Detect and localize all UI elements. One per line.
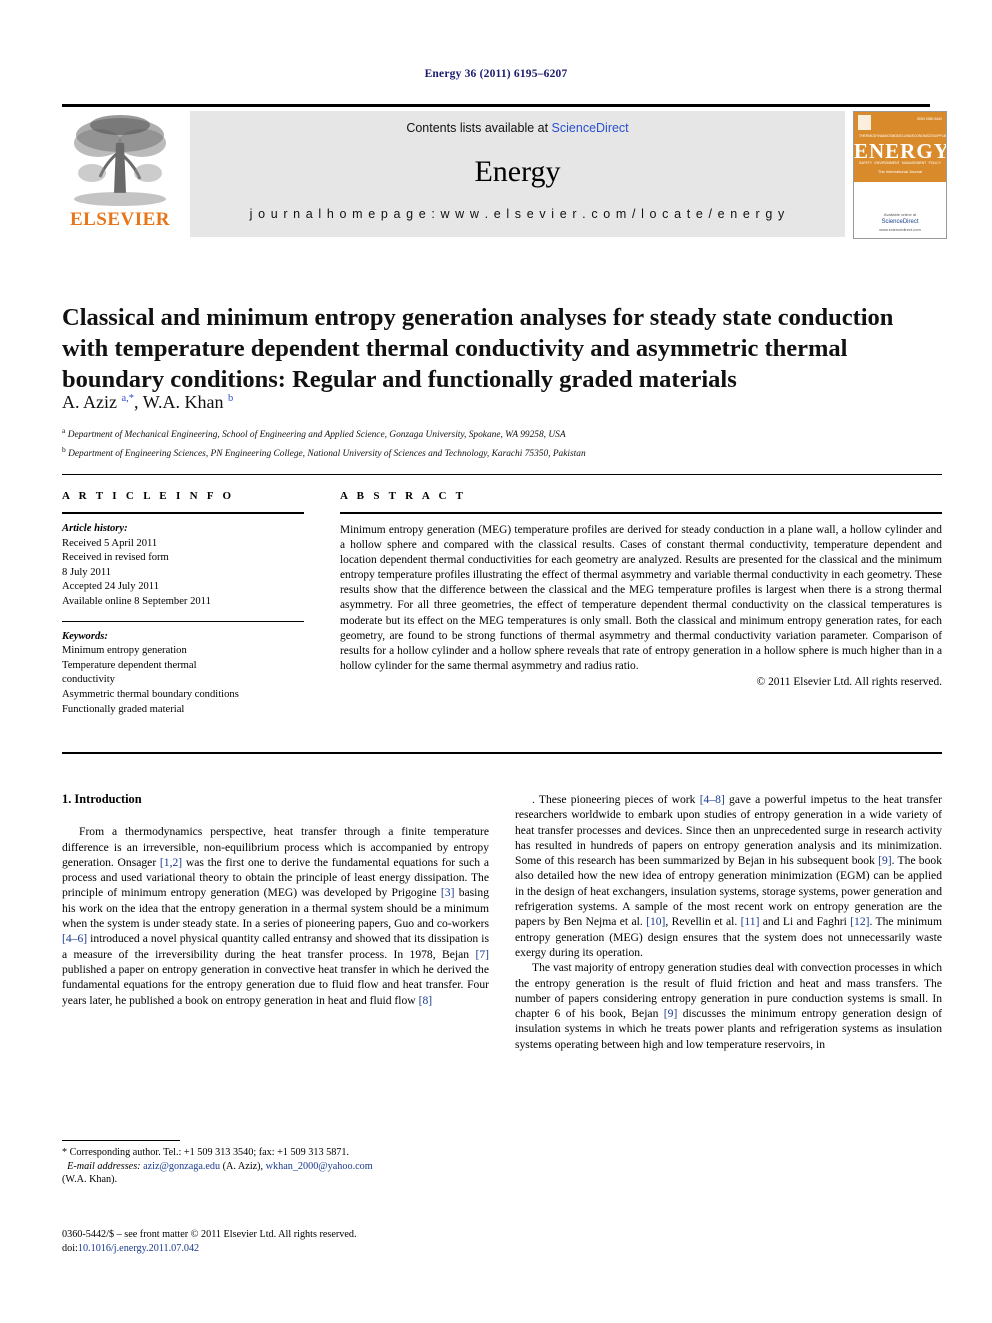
abstract-column: A B S T R A C T Minimum entropy generati… bbox=[340, 490, 942, 688]
doi-link[interactable]: 10.1016/j.energy.2011.07.042 bbox=[78, 1243, 199, 1254]
text-run: . These pioneering pieces of work bbox=[532, 793, 700, 806]
article-page: Energy 36 (2011) 6195–6207 ELSEVIER Cont… bbox=[0, 0, 992, 1323]
cover-top-labels: THERMODYNAMICS MODELLING ECONOMICS SUPPL… bbox=[859, 134, 946, 138]
abstract-heading: A B S T R A C T bbox=[340, 490, 467, 502]
body-column-right: . These pioneering pieces of work [4–8] … bbox=[515, 792, 942, 1052]
history-item: Available online 8 September 2011 bbox=[62, 595, 211, 607]
citation-ref[interactable]: [4–8] bbox=[700, 793, 725, 806]
text-run: and Li and Faghri bbox=[759, 915, 851, 929]
citation-ref[interactable]: [7] bbox=[475, 948, 489, 961]
affiliation-b: b Department of Engineering Sciences, PN… bbox=[62, 444, 586, 459]
doi-line: doi:10.1016/j.energy.2011.07.042 bbox=[62, 1242, 532, 1256]
email-line: E-mail addresses: aziz@gonzaga.edu (A. A… bbox=[62, 1160, 489, 1174]
article-title: Classical and minimum entropy generation… bbox=[62, 304, 894, 394]
citation-ref[interactable]: [9] bbox=[664, 1007, 678, 1020]
citation-ref[interactable]: [1,2] bbox=[160, 856, 182, 869]
email-link-khan[interactable]: wkhan_2000@yahoo.com bbox=[266, 1161, 373, 1172]
keywords-block: Keywords: Minimum entropy generation Tem… bbox=[62, 630, 304, 718]
contents-available-line: Contents lists available at ScienceDirec… bbox=[190, 121, 845, 135]
paragraph-intro-right-2: The vast majority of entropy generation … bbox=[515, 960, 942, 1052]
affiliation-a-text: Department of Mechanical Engineering, Sc… bbox=[67, 430, 566, 441]
cover-top-label-1: MODELLING bbox=[891, 134, 912, 138]
cover-sciencedirect-block: Available online at ScienceDirect www.sc… bbox=[854, 212, 946, 233]
running-head: Energy 36 (2011) 6195–6207 bbox=[424, 68, 568, 80]
cover-bottom-label-2: MANAGEMENT bbox=[901, 161, 927, 165]
cover-orange-band: ISSN 0360-5442 THERMODYNAMICS MODELLING … bbox=[854, 112, 946, 182]
citation-ref[interactable]: [9] bbox=[878, 854, 892, 867]
email-link-aziz[interactable]: aziz@gonzaga.edu bbox=[143, 1161, 220, 1172]
cover-elsevier-mark-icon bbox=[858, 115, 871, 130]
cover-subtitle: The International Journal bbox=[877, 169, 923, 174]
abstract-rights: © 2011 Elsevier Ltd. All rights reserved… bbox=[756, 675, 942, 688]
cover-top-label-2: ECONOMICS bbox=[911, 134, 933, 138]
cover-top-label-0: THERMODYNAMICS bbox=[859, 134, 892, 138]
cover-top-label-3: SUPPLIES bbox=[932, 134, 947, 138]
affiliation-a: a Department of Mechanical Engineering, … bbox=[62, 426, 566, 441]
citation-ref[interactable]: [12] bbox=[850, 915, 869, 928]
keyword-item: Functionally graded material bbox=[62, 703, 185, 715]
article-info-column: A R T I C L E I N F O Article history: R… bbox=[62, 490, 304, 717]
abstract-text: Minimum entropy generation (MEG) tempera… bbox=[340, 524, 942, 672]
citation-ref[interactable]: [8] bbox=[419, 994, 433, 1007]
journal-cover-thumbnail: ISSN 0360-5442 THERMODYNAMICS MODELLING … bbox=[853, 111, 947, 239]
journal-masthead: ELSEVIER Contents lists available at Sci… bbox=[62, 104, 947, 239]
journal-title: Energy bbox=[474, 155, 561, 188]
email-label: E-mail addresses: bbox=[67, 1160, 141, 1172]
corresponding-author-note: * Corresponding author. Tel.: +1 509 313… bbox=[62, 1146, 489, 1187]
citation-ref[interactable]: [10] bbox=[646, 915, 665, 928]
keyword-item: Minimum entropy generation bbox=[62, 645, 187, 657]
history-item: Received 5 April 2011 bbox=[62, 537, 158, 549]
history-item: 8 July 2011 bbox=[62, 566, 112, 578]
affiliations: a Department of Mechanical Engineering, … bbox=[62, 424, 942, 461]
elsevier-wordmark: ELSEVIER bbox=[69, 209, 171, 230]
doi-label: doi: bbox=[62, 1243, 78, 1254]
elsevier-logo: ELSEVIER bbox=[62, 113, 180, 237]
info-band-top-rule bbox=[62, 474, 942, 475]
journal-homepage-line[interactable]: j o u r n a l h o m e p a g e : w w w . … bbox=[190, 207, 845, 221]
cover-sd-wordmark: ScienceDirect bbox=[881, 219, 919, 225]
cover-issn: ISSN 0360-5442 bbox=[916, 117, 942, 121]
cover-bottom-labels: SAFETY ENVIRONMENT MANAGEMENT POLICY bbox=[859, 161, 941, 165]
keyword-item: Asymmetric thermal boundary conditions bbox=[62, 688, 239, 700]
author-list: A. Aziz a,*, W.A. Khan b bbox=[62, 392, 234, 412]
cover-bottom-label-1: ENVIRONMENT bbox=[874, 161, 900, 165]
masthead-panel: Contents lists available at ScienceDirec… bbox=[190, 111, 845, 237]
history-item: Accepted 24 July 2011 bbox=[62, 581, 159, 593]
text-run: introduced a novel physical quantity cal… bbox=[62, 932, 489, 961]
keywords-rule bbox=[62, 620, 304, 622]
cover-sd-url: www.sciencedirect.com bbox=[879, 227, 921, 232]
contents-prefix: Contents lists available at bbox=[406, 121, 552, 135]
abstract-rule bbox=[340, 512, 942, 514]
affiliation-b-text: Department of Engineering Sciences, PN E… bbox=[68, 448, 586, 459]
body-column-left: 1. Introduction From a thermodynamics pe… bbox=[62, 792, 489, 1008]
citation-ref[interactable]: [11] bbox=[741, 915, 760, 928]
article-history: Article history: Received 5 April 2011 R… bbox=[62, 522, 304, 610]
cover-bottom-label-3: POLICY bbox=[928, 161, 941, 165]
email-name-aziz: (A. Aziz), bbox=[222, 1160, 264, 1172]
paragraph-intro-right-1: . These pioneering pieces of work [4–8] … bbox=[515, 792, 942, 960]
article-history-label: Article history: bbox=[62, 523, 128, 534]
paragraph-intro-left: From a thermodynamics perspective, heat … bbox=[62, 824, 489, 1008]
citation-ref[interactable]: [4–6] bbox=[62, 932, 87, 945]
email-name-khan: (W.A. Khan). bbox=[62, 1174, 118, 1186]
sciencedirect-link[interactable]: ScienceDirect bbox=[552, 121, 629, 135]
history-item: Received in revised form bbox=[62, 552, 169, 564]
footnote-rule bbox=[62, 1140, 180, 1141]
corresponding-author-line: * Corresponding author. Tel.: +1 509 313… bbox=[62, 1147, 350, 1158]
article-info-rule bbox=[62, 512, 304, 514]
keyword-item: Temperature dependent thermal bbox=[62, 659, 197, 671]
text-run: , Revellin et al. bbox=[665, 915, 741, 929]
info-band-bottom-rule bbox=[62, 752, 942, 754]
keywords-label: Keywords: bbox=[62, 630, 108, 642]
elsevier-tree-icon bbox=[70, 113, 170, 209]
imprint-block: 0360-5442/$ – see front matter © 2011 El… bbox=[62, 1228, 532, 1256]
keyword-item: conductivity bbox=[62, 674, 115, 686]
footnote-block: * Corresponding author. Tel.: +1 509 313… bbox=[62, 1140, 489, 1187]
article-info-heading: A R T I C L E I N F O bbox=[62, 490, 235, 502]
imprint-line: 0360-5442/$ – see front matter © 2011 El… bbox=[62, 1229, 357, 1240]
citation-ref[interactable]: [3] bbox=[441, 886, 455, 899]
section-heading-introduction: 1. Introduction bbox=[62, 792, 142, 806]
cover-bottom-label-0: SAFETY bbox=[859, 161, 873, 165]
